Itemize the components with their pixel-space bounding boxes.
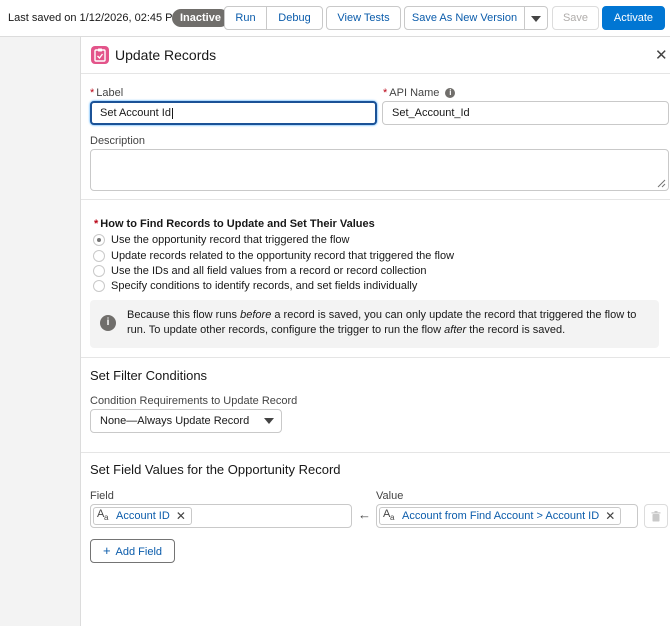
info-text-part: Because this flow runs xyxy=(127,309,241,321)
value-pill-label: Account from Find Account > Account ID xyxy=(402,510,600,522)
field-input[interactable]: Aa Account ID ✕ xyxy=(90,504,352,528)
field-values-title: Set Field Values for the Opportunity Rec… xyxy=(90,462,341,477)
label-field-label-text: Label xyxy=(96,87,124,99)
radio-option-label: Specify conditions to identify records, … xyxy=(111,280,418,292)
status-badge: Inactive xyxy=(172,9,229,27)
radio-option-specify-conditions[interactable]: Specify conditions to identify records, … xyxy=(93,279,417,293)
value-input[interactable]: Aa Account from Find Account > Account I… xyxy=(376,504,638,528)
run-button[interactable]: Run xyxy=(224,6,267,30)
radio-option-label: Use the IDs and all field values from a … xyxy=(111,265,427,277)
radio-button[interactable] xyxy=(93,234,105,246)
description-textarea[interactable] xyxy=(90,149,669,191)
divider xyxy=(81,452,670,453)
radio-option-record-collection[interactable]: Use the IDs and all field values from a … xyxy=(93,264,426,278)
save-menu-dropdown-button[interactable] xyxy=(524,6,548,30)
radio-option-label: Update records related to the opportunit… xyxy=(111,250,455,262)
canvas-gutter xyxy=(0,37,81,626)
info-text-emphasis: after xyxy=(444,324,467,336)
info-notice: i Because this flow runs before a record… xyxy=(90,300,659,348)
resize-handle-icon[interactable] xyxy=(657,179,666,188)
info-text-part: the record is saved. xyxy=(466,324,566,336)
save-button[interactable]: Save xyxy=(552,6,599,30)
info-notice-text: Because this flow runs before a record i… xyxy=(127,308,652,338)
divider xyxy=(81,199,670,200)
divider xyxy=(81,357,670,358)
debug-button[interactable]: Debug xyxy=(266,6,323,30)
close-icon[interactable]: ✕ xyxy=(655,46,668,64)
remove-pill-icon[interactable]: ✕ xyxy=(605,509,615,523)
chevron-down-icon xyxy=(531,16,541,22)
activate-button[interactable]: Activate xyxy=(602,6,665,30)
arrow-left-icon: ← xyxy=(358,507,371,522)
field-pill-label: Account ID xyxy=(116,510,170,522)
api-name-input-value: Set_Account_Id xyxy=(392,107,470,119)
radio-button[interactable] xyxy=(93,280,105,292)
trash-icon xyxy=(651,511,661,522)
filter-conditions-title: Set Filter Conditions xyxy=(90,368,208,383)
info-icon: i xyxy=(100,315,116,331)
plus-icon: + xyxy=(102,543,111,558)
save-as-new-version-button[interactable]: Save As New Version xyxy=(404,6,525,30)
condition-select-value: None—Always Update Record xyxy=(100,415,250,427)
info-text-emphasis: before xyxy=(240,309,272,321)
condition-requirements-label: Condition Requirements to Update Record xyxy=(90,395,298,407)
text-type-icon: Aa xyxy=(383,508,395,522)
flow-builder-toolbar: Last saved on 1/12/2026, 02:45 PM Inacti… xyxy=(0,0,670,37)
last-saved-text: Last saved on 1/12/2026, 02:45 PM xyxy=(8,12,182,24)
radio-option-triggering-record[interactable]: Use the opportunity record that triggere… xyxy=(93,233,349,247)
delete-row-button[interactable] xyxy=(644,504,668,528)
radio-option-label: Use the opportunity record that triggere… xyxy=(111,234,350,246)
find-records-label: * How to Find Records to Update and Set T… xyxy=(94,218,375,230)
description-label: Description xyxy=(90,135,146,147)
find-records-label-text: How to Find Records to Update and Set Th… xyxy=(100,218,375,230)
condition-requirements-select[interactable]: None—Always Update Record xyxy=(90,409,282,433)
label-input-value: Set Account Id xyxy=(100,107,171,119)
remove-pill-icon[interactable]: ✕ xyxy=(176,509,186,523)
api-name-field-label: * API Name i xyxy=(383,87,456,99)
api-name-label-text: API Name xyxy=(389,87,440,99)
api-name-input[interactable]: Set_Account_Id xyxy=(382,101,669,125)
update-records-panel: Update Records ✕ * Label Set Account Id *… xyxy=(81,37,670,626)
radio-button[interactable] xyxy=(93,250,105,262)
label-field-label: * Label xyxy=(90,87,124,99)
dropdown-arrow-icon xyxy=(264,418,274,424)
field-column-label: Field xyxy=(90,490,114,502)
add-field-label: Add Field xyxy=(115,546,163,558)
info-icon[interactable]: i xyxy=(445,88,456,99)
view-tests-button[interactable]: View Tests xyxy=(326,6,401,30)
text-caret xyxy=(171,107,173,119)
add-field-button[interactable]: + Add Field xyxy=(90,539,175,563)
text-type-icon: Aa xyxy=(97,508,109,522)
radio-option-related-records[interactable]: Update records related to the opportunit… xyxy=(93,249,454,263)
value-column-label: Value xyxy=(376,490,404,502)
radio-button[interactable] xyxy=(93,265,105,277)
value-pill: Aa Account from Find Account > Account I… xyxy=(379,507,622,525)
label-input[interactable]: Set Account Id xyxy=(90,101,377,125)
field-pill: Aa Account ID ✕ xyxy=(93,507,192,525)
panel-title: Update Records xyxy=(115,47,217,63)
panel-header: Update Records ✕ xyxy=(81,37,670,74)
update-records-icon xyxy=(91,46,109,64)
